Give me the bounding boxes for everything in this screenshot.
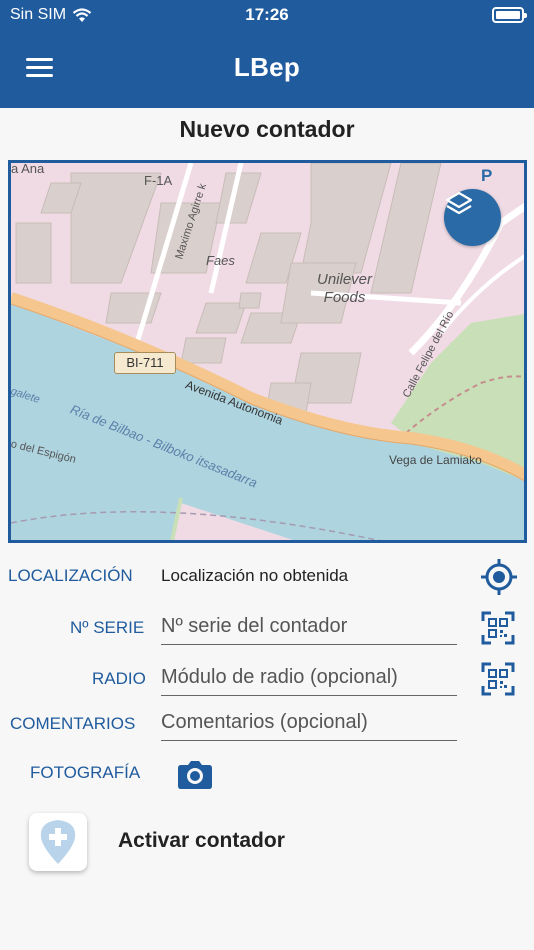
- map-view[interactable]: a Ana F-1A Maximo Agirre k Faes Unilever…: [8, 160, 527, 543]
- take-photo-button[interactable]: [177, 758, 213, 795]
- qr-code-icon: [481, 611, 515, 645]
- fotografia-label: FOTOGRAFÍA: [30, 763, 141, 782]
- road-badge: BI-711: [114, 352, 176, 374]
- gps-locate-button[interactable]: [480, 558, 518, 601]
- localizacion-value: Localización no obtenida: [161, 566, 349, 585]
- page-title: Nuevo contador: [179, 116, 355, 142]
- serie-scan-button[interactable]: [481, 611, 515, 650]
- activate-button[interactable]: [29, 813, 87, 871]
- activate-label[interactable]: Activar contador: [118, 829, 285, 853]
- map-label-vega: Vega de Lamiako: [389, 453, 482, 467]
- map-label-ana: a Ana: [11, 161, 45, 176]
- radio-scan-button[interactable]: [481, 662, 515, 701]
- map-pin-plus-icon: [40, 820, 76, 864]
- map-layers-button[interactable]: [444, 189, 501, 246]
- camera-icon: [178, 761, 212, 789]
- battery-icon: [492, 7, 527, 23]
- status-bar: Sin SIM 17:26: [0, 0, 534, 30]
- comentarios-input[interactable]: Comentarios (opcional): [161, 711, 457, 741]
- serie-label: Nº SERIE: [70, 618, 145, 637]
- parking-icon: P: [481, 166, 493, 185]
- app-header: Sin SIM 17:26 LBep: [0, 0, 534, 108]
- radio-label: RADIO: [92, 669, 146, 688]
- crosshair-icon: [481, 559, 517, 595]
- localizacion-label: LOCALIZACIÓN: [8, 566, 133, 585]
- serie-input[interactable]: Nº serie del contador: [161, 615, 457, 645]
- qr-code-icon: [481, 662, 515, 696]
- app-title: LBep: [233, 52, 301, 82]
- clock: 17:26: [245, 5, 289, 24]
- layers-icon: [445, 191, 473, 215]
- map-label-faes: Faes: [206, 253, 235, 268]
- radio-input[interactable]: Módulo de radio (opcional): [161, 666, 457, 696]
- map-label-f1a: F-1A: [144, 173, 173, 188]
- map-label-unilever: Unilever Foods: [317, 271, 373, 306]
- comentarios-label: COMENTARIOS: [10, 714, 136, 733]
